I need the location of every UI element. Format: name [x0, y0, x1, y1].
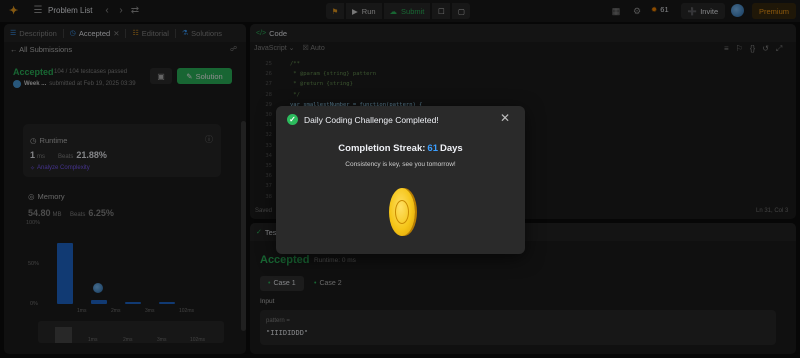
streak-label: Completion Streak:	[338, 143, 426, 154]
completion-streak: Completion Streak: 61 Days	[276, 143, 525, 154]
streak-unit: Days	[439, 143, 463, 154]
coin-emblem	[395, 200, 409, 224]
close-icon[interactable]: ✕	[500, 111, 510, 125]
streak-value: 61	[427, 143, 438, 154]
modal-title: Daily Coding Challenge Completed!	[304, 115, 439, 125]
challenge-modal: ✓ Daily Coding Challenge Completed! ✕ Co…	[276, 106, 525, 254]
check-circle-icon: ✓	[287, 114, 298, 125]
modal-subtitle: Consistency is key, see you tomorrow!	[345, 161, 456, 168]
